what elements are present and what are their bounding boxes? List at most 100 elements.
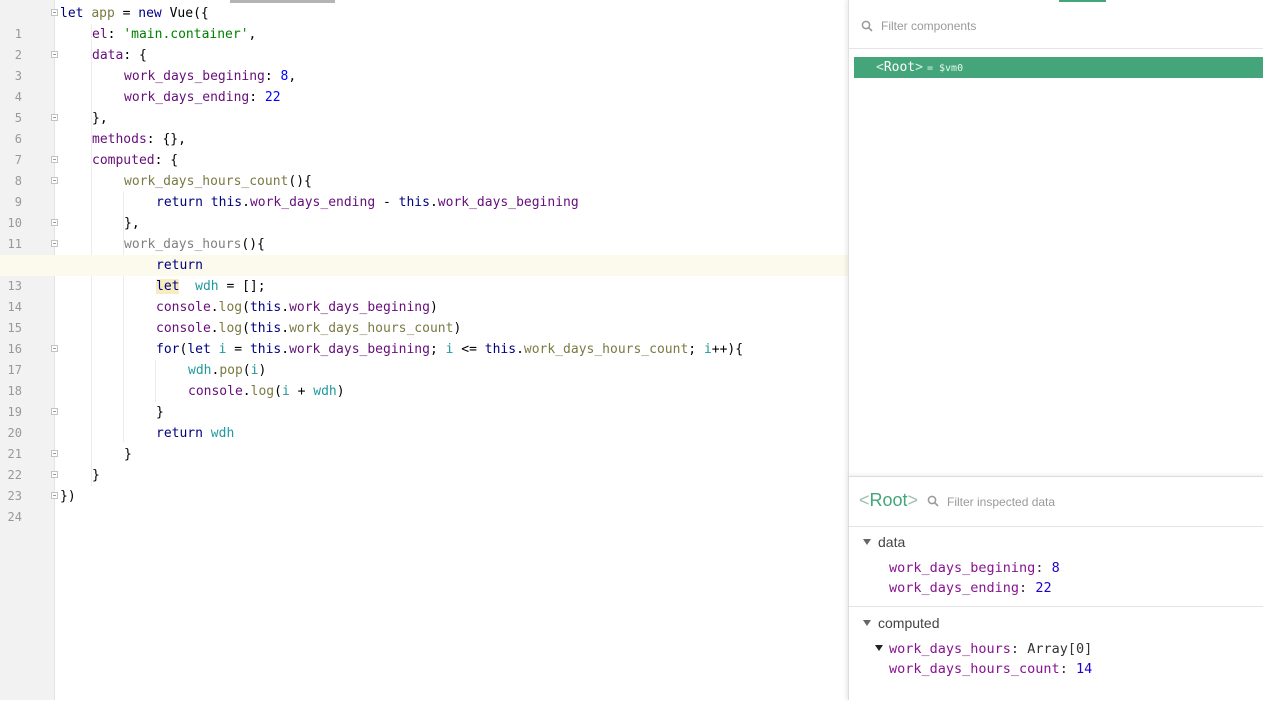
code-token: : [107,27,124,42]
code-token: }, [92,111,108,126]
code-line: 22 } [0,444,848,482]
fold-marker-icon[interactable] [51,408,58,415]
code-text: methods: {}, [92,129,186,150]
code-text: }) [60,486,76,507]
fold-marker-icon[interactable] [51,471,58,478]
filter-components-input[interactable] [881,18,1241,34]
fold-marker-icon[interactable] [51,177,58,184]
code-token: console [156,300,211,315]
property-value: 8 [1051,560,1060,576]
code-token: . [242,384,251,399]
code-text: data: { [92,45,147,66]
code-token: work_days_begining [289,342,430,357]
code-line: 15 console.log(this.work_days_begining) [0,297,848,335]
code-token: return [156,195,211,210]
code-token: log [250,384,275,399]
code-area[interactable]: 1 let app = new Vue({ 2 el: 'main.contai… [0,3,848,524]
code-line: 10 return this.work_days_ending - this.w… [0,192,848,230]
code-token: . [429,195,438,210]
code-token: console [156,321,211,336]
title-close-bracket: > [907,490,919,510]
code-line: 17 for(let i = this.work_days_begining; … [0,339,848,377]
code-token: work_days_begining [124,69,265,84]
code-token: new [138,6,170,21]
component-tree-item-root[interactable]: <Root> = $vm0 [854,57,1263,78]
title-open-bracket: < [859,490,870,510]
code-token: , [248,27,257,42]
code-token: this [249,342,282,357]
code-token: work_days_ending [124,90,250,105]
code-text: work_days_hours(){ [124,234,265,255]
component-inspector: <Root> data work_days_begining: 8 work_d… [849,476,1263,701]
code-token: computed [92,153,155,168]
code-text: for(let i = this.work_days_begining; i <… [156,339,743,360]
code-token: }, [124,216,140,231]
code-text: el: 'main.container', [92,24,256,45]
code-text: let app = new Vue({ [60,3,209,24]
fold-marker-icon[interactable] [51,240,58,247]
code-token: i [281,384,290,399]
code-token: + [289,384,314,399]
code-token: : { [154,153,179,168]
computed-section-toggle[interactable]: computed [863,615,939,631]
computed-property-row[interactable]: work_days_hours_count: 14 [889,661,1092,677]
code-token: app [91,6,115,21]
data-section-toggle[interactable]: data [863,534,905,550]
fold-marker-icon[interactable] [51,450,58,457]
fold-marker-icon[interactable] [51,345,58,352]
computed-property-row[interactable]: work_days_hours: Array[0] [875,641,1092,657]
code-line: 16 console.log(this.work_days_hours_coun… [0,318,848,356]
code-token: wdh [210,426,235,441]
code-token: ( [242,300,250,315]
code-token: . [281,321,290,336]
code-token: (){ [288,174,312,189]
code-line: 14 let wdh = []; [0,276,848,314]
code-token: methods [92,132,147,147]
data-property-row[interactable]: work_days_begining: 8 [889,560,1060,576]
code-token: work_days_begining [289,300,430,315]
code-token: } [156,405,164,420]
code-line: 9 work_days_hours_count(){ [0,171,848,209]
code-text: } [124,444,132,465]
fold-marker-icon[interactable] [51,156,58,163]
fold-marker-icon[interactable] [51,492,58,499]
code-token: wdh [313,384,337,399]
data-section-title: data [878,534,906,550]
data-section: data work_days_begining: 8 work_days_end… [849,526,1263,606]
code-token: Vue [169,6,194,21]
property-key: work_days_hours [889,641,1011,657]
code-line: 18 wdh.pop(i) [0,360,848,398]
data-property-row[interactable]: work_days_ending: 22 [889,580,1052,596]
inspected-component-title: <Root> [859,490,918,511]
active-tab-indicator [1059,0,1106,2]
code-token: : {}, [146,132,186,147]
code-editor[interactable]: 1 let app = new Vue({ 2 el: 'main.contai… [0,0,848,700]
code-token: 22 [264,90,281,105]
code-token: . [242,195,250,210]
code-line: 23 } [0,465,848,503]
property-key: work_days_hours_count [889,661,1060,677]
code-line: 20 } [0,402,848,440]
code-token: log [218,300,243,315]
caret-down-icon [863,539,871,545]
code-text: work_days_ending: 22 [124,87,281,108]
code-text: work_days_begining: 8, [124,66,296,87]
vue-devtools-panel: <Root>= $vm0 <Root> data work_days_begin… [848,0,1263,701]
code-token: ; [688,342,704,357]
filter-components-bar [849,4,1263,49]
fold-marker-icon[interactable] [51,51,58,58]
code-line-current: 13 return [0,255,848,293]
inspector-header: <Root> [849,477,1263,527]
property-value: 22 [1035,580,1052,596]
code-line: 4 work_days_begining: 8, [0,66,848,104]
caret-down-icon[interactable] [875,645,883,651]
filter-inspected-data-input[interactable] [947,494,1247,510]
code-token: this [249,321,282,336]
fold-marker-icon[interactable] [51,114,58,121]
fold-marker-icon[interactable] [51,9,58,16]
code-text: wdh.pop(i) [188,360,266,381]
code-token: } [92,468,100,483]
root-component-name: Root [883,60,916,75]
fold-marker-icon[interactable] [51,219,58,226]
